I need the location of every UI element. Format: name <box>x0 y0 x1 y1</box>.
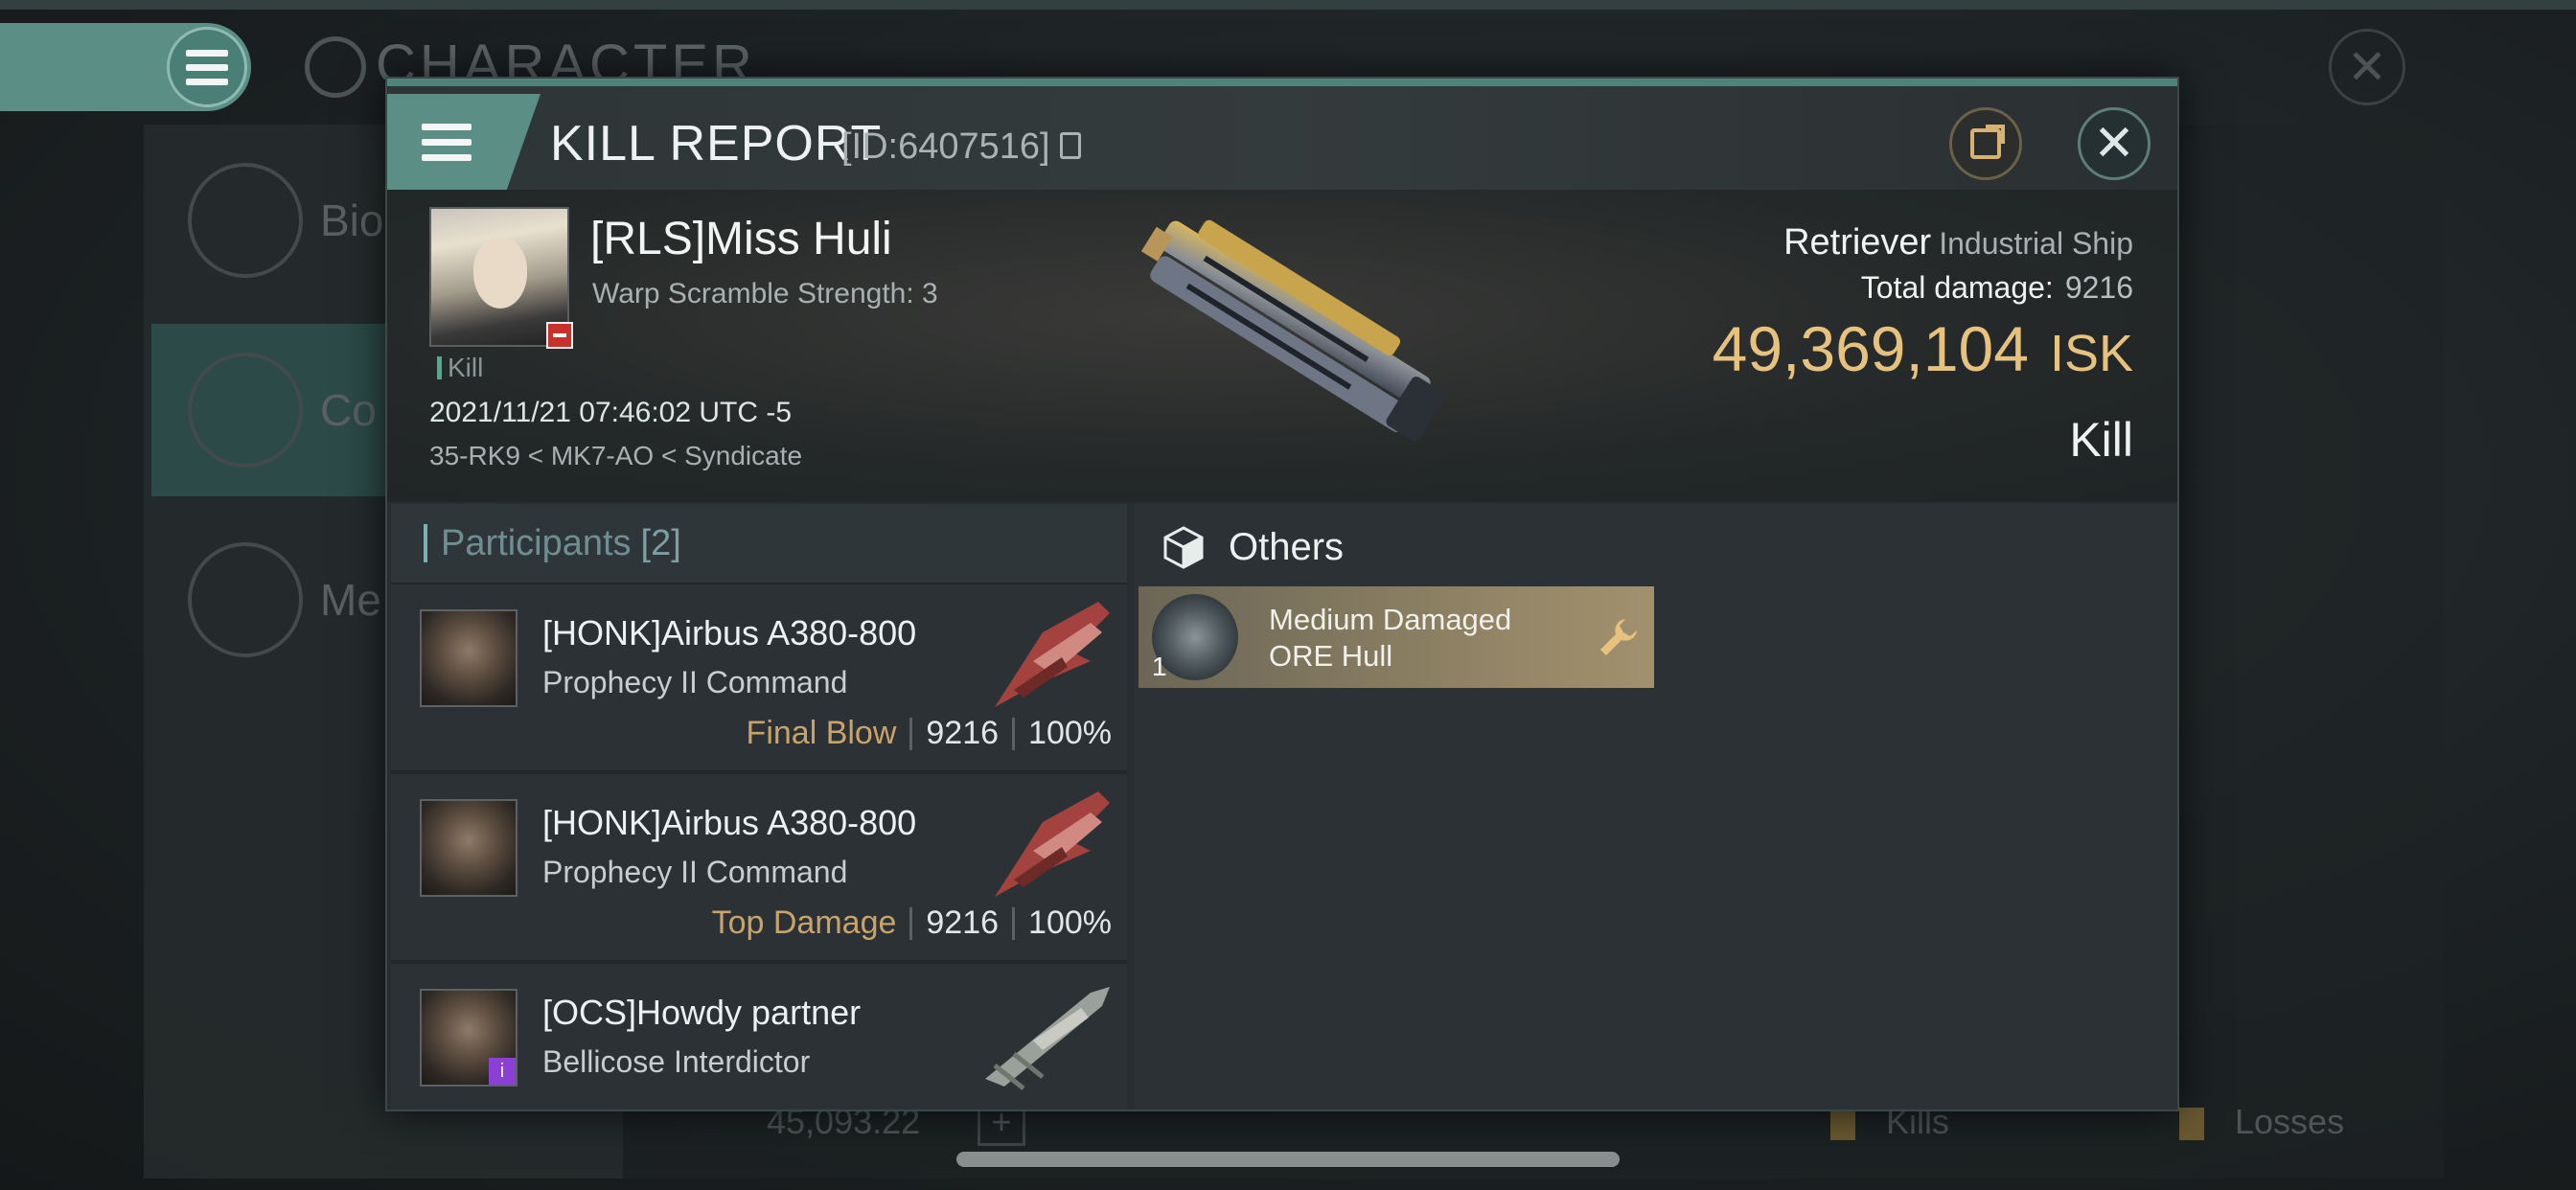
background-close-icon[interactable]: ✕ <box>2329 29 2405 105</box>
participant-ship: Bellicose Interdictor <box>542 1044 811 1079</box>
share-button[interactable] <box>1949 107 2022 180</box>
home-indicator[interactable] <box>956 1152 1620 1167</box>
participant-avatar[interactable]: i <box>420 989 518 1087</box>
sidebar-item-label: Co <box>320 385 377 435</box>
sidebar-item-label: Bio <box>320 195 384 245</box>
swords-icon <box>188 353 303 468</box>
others-panel: Others 1 Medium Damaged ORE Hull <box>1135 504 2177 1110</box>
participant-role: Final Blow <box>746 715 897 751</box>
screen: CHARACTER ✕ Bio Co Me 45,093.22 + Kills … <box>0 0 2576 1190</box>
prophecy-ship-icon <box>995 791 1110 897</box>
share-icon <box>1970 125 2005 159</box>
menu-icon <box>167 27 247 107</box>
top-status-line <box>0 0 2576 10</box>
info-badge-icon: i <box>489 1058 516 1085</box>
participant-percent: 100% <box>1028 715 1112 751</box>
others-header: Others <box>1162 525 1344 569</box>
participant-row[interactable]: i [OCS]Howdy partner Bellicose Interdict… <box>391 964 1127 1110</box>
participant-ship: Prophecy II Command <box>542 855 848 889</box>
sidebar-item-combat[interactable]: Co <box>151 324 401 496</box>
item-quantity: 1 <box>1152 652 1167 681</box>
participant-avatar[interactable] <box>420 609 518 707</box>
dropped-item[interactable]: 1 Medium Damaged ORE Hull <box>1138 586 1654 688</box>
cube-icon <box>1163 526 1204 569</box>
retriever-ship-icon[interactable] <box>1100 205 1474 464</box>
participant-damage: 9216 <box>926 715 1000 751</box>
participant-role: Top Damage <box>711 904 897 941</box>
hostile-badge-icon <box>546 322 573 349</box>
victim-subtitle: Warp Scramble Strength: 3 <box>592 278 938 309</box>
item-name: Medium Damaged ORE Hull <box>1269 603 1512 673</box>
participant-ship: Prophecy II Command <box>542 665 848 699</box>
dialog-accent-bar <box>387 79 2177 86</box>
dialog-header: KILL REPORT [ID:6407516] ✕ <box>387 86 2177 190</box>
kill-datetime: 2021/11/21 07:46:02 UTC -5 <box>429 397 793 428</box>
close-button[interactable]: ✕ <box>2078 107 2150 180</box>
isk-value: 49,369,104 ISK <box>1712 313 2133 384</box>
losses-filter[interactable]: Losses <box>2179 1102 2344 1142</box>
participant-stats: Final Blow 9216 100% <box>747 715 1112 752</box>
sidebar-item-bio[interactable]: Bio <box>151 134 401 307</box>
participant-name: [HONK]Airbus A380-800 <box>542 803 917 842</box>
participant-name: [OCS]Howdy partner <box>542 993 862 1032</box>
prophecy-ship-icon <box>995 602 1110 707</box>
participants-header: Participants [2] <box>391 504 1127 584</box>
victim-summary: [RLS]Miss Huli Warp Scramble Strength: 3… <box>387 190 2177 502</box>
kill-tag: Kill <box>437 355 483 381</box>
participant-damage: 9216 <box>926 904 1000 941</box>
star-icon <box>188 542 303 657</box>
participant-name: [HONK]Airbus A380-800 <box>542 613 917 652</box>
bellicose-ship-icon <box>985 987 1110 1090</box>
main-menu-button[interactable] <box>0 23 251 111</box>
menu-icon <box>422 123 472 161</box>
bio-icon <box>188 163 303 278</box>
character-icon <box>305 36 366 98</box>
kill-location[interactable]: 35-RK9 < MK7-AO < Syndicate <box>429 441 802 471</box>
participant-row[interactable]: [HONK]Airbus A380-800 Prophecy II Comman… <box>391 774 1127 964</box>
victim-ship-name[interactable]: Retriever Industrial Ship <box>1783 222 2133 263</box>
participant-row[interactable]: [HONK]Airbus A380-800 Prophecy II Comman… <box>391 584 1127 774</box>
participant-percent: 100% <box>1028 904 1112 941</box>
victim-ship-class: Industrial Ship <box>1939 226 2133 261</box>
kill-report-dialog: KILL REPORT [ID:6407516] ✕ [RLS]Miss Hul… <box>385 77 2179 1111</box>
dialog-title: KILL REPORT <box>550 116 883 172</box>
participant-avatar[interactable] <box>420 799 518 897</box>
victim-avatar[interactable] <box>429 207 573 349</box>
sidebar-item-medals[interactable]: Me <box>151 514 401 686</box>
victim-name[interactable]: [RLS]Miss Huli <box>590 213 892 265</box>
dialog-menu-button[interactable] <box>387 94 540 190</box>
participants-panel[interactable]: Participants [2] [HONK]Airbus A380-800 Pr… <box>391 504 1127 1110</box>
copy-icon[interactable] <box>1060 132 1081 159</box>
report-id: [ID:6407516] <box>841 126 1050 167</box>
others-label: Others <box>1229 525 1345 568</box>
report-result: Kill <box>2069 413 2133 467</box>
participant-stats: Top Damage 9216 100% <box>712 904 1112 942</box>
total-damage: Total damage: 9216 <box>1860 270 2133 305</box>
wrench-icon <box>1600 619 1637 655</box>
sidebar-item-label: Me <box>320 575 381 625</box>
